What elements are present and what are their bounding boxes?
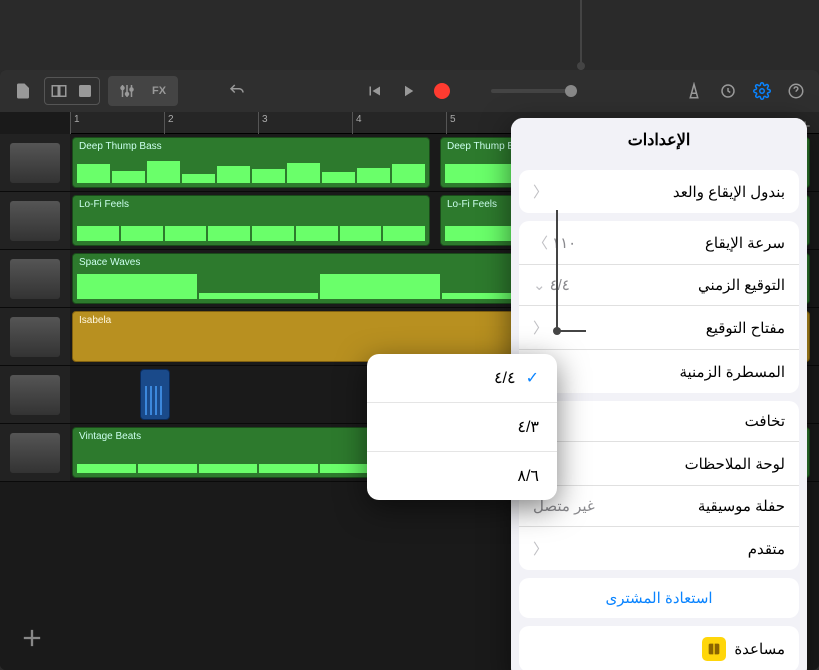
- track-header[interactable]: [0, 308, 70, 366]
- timesig-option[interactable]: ٨/٦: [367, 452, 557, 500]
- settings-row-metronome[interactable]: بندول الإيقاع والعد 〈: [519, 170, 799, 213]
- browser-view-icon[interactable]: [47, 80, 71, 102]
- settings-row-notepad[interactable]: لوحة الملاحظات 〈: [519, 442, 799, 486]
- ruler-mark: 5: [446, 112, 459, 134]
- settings-button[interactable]: [749, 78, 775, 104]
- settings-title: الإعدادات: [511, 118, 807, 162]
- audio-region[interactable]: [140, 369, 170, 420]
- toolbar: FX: [0, 70, 819, 112]
- ruler-mark: 2: [164, 112, 177, 134]
- play-button[interactable]: [395, 78, 421, 104]
- go-to-beginning-button[interactable]: [361, 78, 387, 104]
- record-button[interactable]: [429, 78, 455, 104]
- settings-row-fadeout[interactable]: تخافت: [519, 401, 799, 442]
- midi-region[interactable]: Lo-Fi Feels: [72, 195, 430, 246]
- track-header[interactable]: [0, 366, 70, 424]
- chevron-left-icon: 〈: [533, 538, 548, 559]
- ruler-mark: 1: [70, 112, 83, 134]
- chevron-left-icon: 〈: [533, 232, 548, 253]
- settings-row-advanced[interactable]: متقدم 〈: [519, 527, 799, 570]
- book-icon: [702, 637, 726, 661]
- timesig-option[interactable]: ٤/٤ ✓: [367, 354, 557, 403]
- timesig-dropdown: ٤/٤ ✓ ٤/٣ ٨/٦: [367, 354, 557, 500]
- add-track-button[interactable]: [18, 624, 46, 652]
- mixer-icon[interactable]: [114, 78, 140, 104]
- ruler-mark: 4: [352, 112, 365, 134]
- checkmark-icon: ✓: [526, 368, 539, 388]
- help-icon[interactable]: [783, 78, 809, 104]
- chevron-updown-icon: ⌄: [533, 276, 546, 294]
- my-songs-button[interactable]: [10, 78, 36, 104]
- track-header[interactable]: [0, 134, 70, 192]
- track-header[interactable]: [0, 250, 70, 308]
- fx-button[interactable]: FX: [146, 78, 172, 104]
- timesig-option[interactable]: ٤/٣: [367, 403, 557, 452]
- settings-row-timesig[interactable]: التوقيع الزمني ⌄٤/٤: [519, 265, 799, 306]
- track-header[interactable]: [0, 192, 70, 250]
- settings-row-tempo[interactable]: سرعة الإيقاع 〈١١٠: [519, 221, 799, 265]
- ruler-mark: 3: [258, 112, 271, 134]
- midi-region[interactable]: Deep Thump Bass: [72, 137, 430, 188]
- chevron-left-icon: 〈: [533, 181, 548, 202]
- track-controls-toggle[interactable]: FX: [108, 76, 178, 106]
- view-toggle[interactable]: [44, 77, 100, 105]
- master-volume-slider[interactable]: [491, 89, 571, 93]
- tracks-view-icon[interactable]: [73, 80, 97, 102]
- undo-button[interactable]: [224, 78, 250, 104]
- chevron-left-icon: 〈: [533, 317, 548, 338]
- settings-row-keysig[interactable]: مفتاح التوقيع 〈: [519, 306, 799, 350]
- settings-row-ruler[interactable]: المسطرة الزمنية 〈: [519, 350, 799, 393]
- settings-row-jam-session[interactable]: حفلة موسيقية غير متصل: [519, 486, 799, 527]
- settings-row-restore[interactable]: استعادة المشترى: [519, 578, 799, 618]
- settings-row-help[interactable]: مساعدة: [519, 626, 799, 670]
- loop-browser-icon[interactable]: [715, 78, 741, 104]
- track-header[interactable]: [0, 424, 70, 482]
- metronome-icon[interactable]: [681, 78, 707, 104]
- track-headers: [0, 134, 70, 670]
